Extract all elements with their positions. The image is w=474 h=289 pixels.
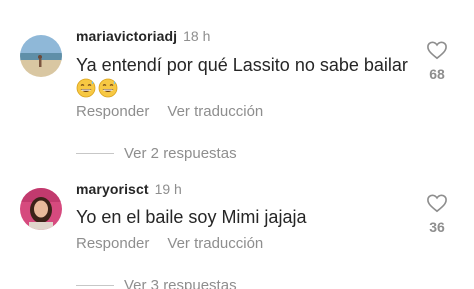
view-replies-label[interactable]: Ver 2 respuestas [124, 145, 237, 162]
heart-icon[interactable] [426, 40, 448, 60]
comment-item: maryorisct 19 h Yo en el baile soy Mimi j… [0, 165, 474, 289]
replies-divider [76, 152, 114, 154]
comment-meta: maryorisct 19 h [76, 180, 182, 198]
grinning-sweat-emoji [98, 78, 118, 98]
view-replies[interactable]: Ver 2 respuestas [76, 143, 237, 163]
reply-button[interactable]: Responder [76, 235, 149, 252]
username[interactable]: mariavictoriadj [76, 28, 177, 44]
timestamp: 18 h [183, 28, 211, 44]
grinning-sweat-emoji [76, 78, 96, 98]
view-replies-label[interactable]: Ver 3 respuestas [124, 277, 237, 289]
like-control: 36 [422, 193, 452, 235]
like-control: 68 [422, 40, 452, 82]
like-count: 36 [429, 219, 445, 235]
replies-divider [76, 284, 114, 286]
profile-photo-avatar-image [20, 188, 62, 230]
username[interactable]: maryorisct [76, 181, 149, 197]
reply-button[interactable]: Responder [76, 103, 149, 120]
comment-text: Yo en el baile soy Mimi jajaja [76, 207, 307, 227]
comment-text: Ya entendí por qué Lassito no sabe baila… [76, 55, 408, 75]
heart-icon[interactable] [426, 193, 448, 213]
avatar[interactable] [20, 35, 62, 77]
comment-item: mariavictoriadj 18 h Ya entendí por qué L… [0, 0, 474, 165]
comment-actions: Responder Ver traducción [76, 235, 263, 253]
translate-button[interactable]: Ver traducción [167, 235, 263, 252]
timestamp: 19 h [154, 181, 182, 197]
view-replies[interactable]: Ver 3 respuestas [76, 275, 237, 289]
like-count: 68 [429, 66, 445, 82]
avatar[interactable] [20, 188, 62, 230]
translate-button[interactable]: Ver traducción [167, 103, 263, 120]
beach-photo-avatar-image [20, 35, 62, 77]
comment-actions: Responder Ver traducción [76, 103, 263, 121]
emoji-row [76, 78, 118, 100]
comments-panel: mariavictoriadj 18 h Ya entendí por qué L… [0, 0, 474, 289]
comment-meta: mariavictoriadj 18 h [76, 27, 210, 45]
